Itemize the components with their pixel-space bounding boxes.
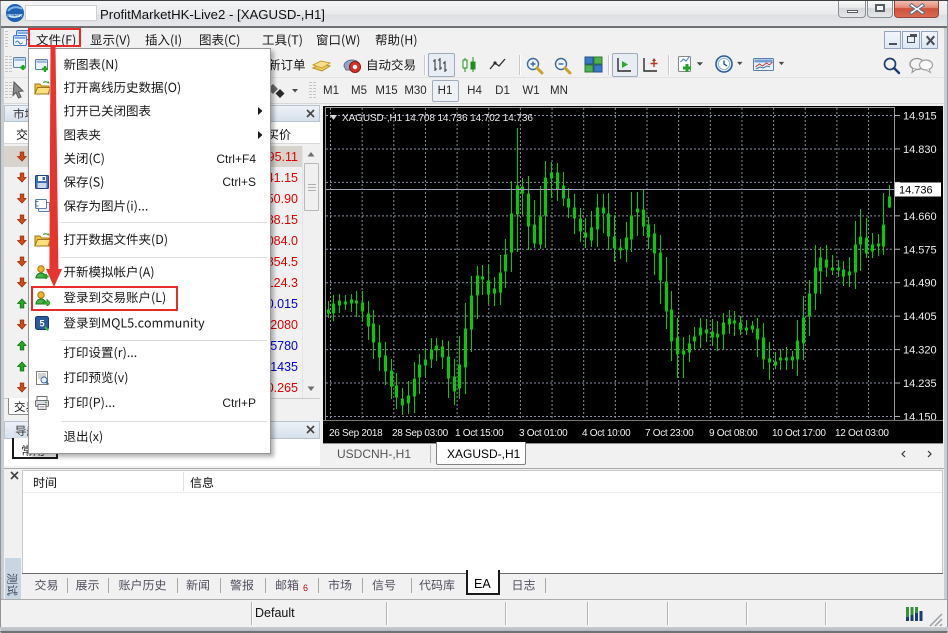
svg-text:XAGUSD-,H1 14.708 14.736 14.70: XAGUSD-,H1 14.708 14.736 14.702 14.736 (342, 113, 533, 124)
svg-text:7 Oct 23:00: 7 Oct 23:00 (645, 428, 694, 439)
svg-text:14.660: 14.660 (903, 211, 937, 223)
svg-text:14.150: 14.150 (903, 411, 937, 423)
svg-text:10 Oct 17:00: 10 Oct 17:00 (772, 428, 826, 439)
svg-text:14.575: 14.575 (903, 244, 937, 256)
svg-text:14.235: 14.235 (903, 378, 937, 390)
svg-text:14.320: 14.320 (903, 345, 937, 357)
svg-text:12 Oct 03:00: 12 Oct 03:00 (835, 428, 889, 439)
svg-text:14.490: 14.490 (903, 278, 937, 290)
svg-text:14.915: 14.915 (903, 111, 937, 123)
svg-text:28 Sep 03:00: 28 Sep 03:00 (392, 428, 449, 439)
svg-text:14.736: 14.736 (899, 185, 933, 197)
svg-text:4 Oct 10:00: 4 Oct 10:00 (582, 428, 631, 439)
svg-text:1 Oct 15:00: 1 Oct 15:00 (455, 428, 504, 439)
svg-text:PROFIT: PROFIT (7, 13, 23, 18)
svg-text:5: 5 (39, 319, 44, 329)
svg-text:14.405: 14.405 (903, 311, 937, 323)
svg-text:9 Oct 08:00: 9 Oct 08:00 (709, 428, 758, 439)
svg-text:26 Sep 2018: 26 Sep 2018 (329, 428, 383, 439)
svg-text:14.830: 14.830 (903, 144, 937, 156)
svg-text:3 Oct 01:00: 3 Oct 01:00 (519, 428, 568, 439)
